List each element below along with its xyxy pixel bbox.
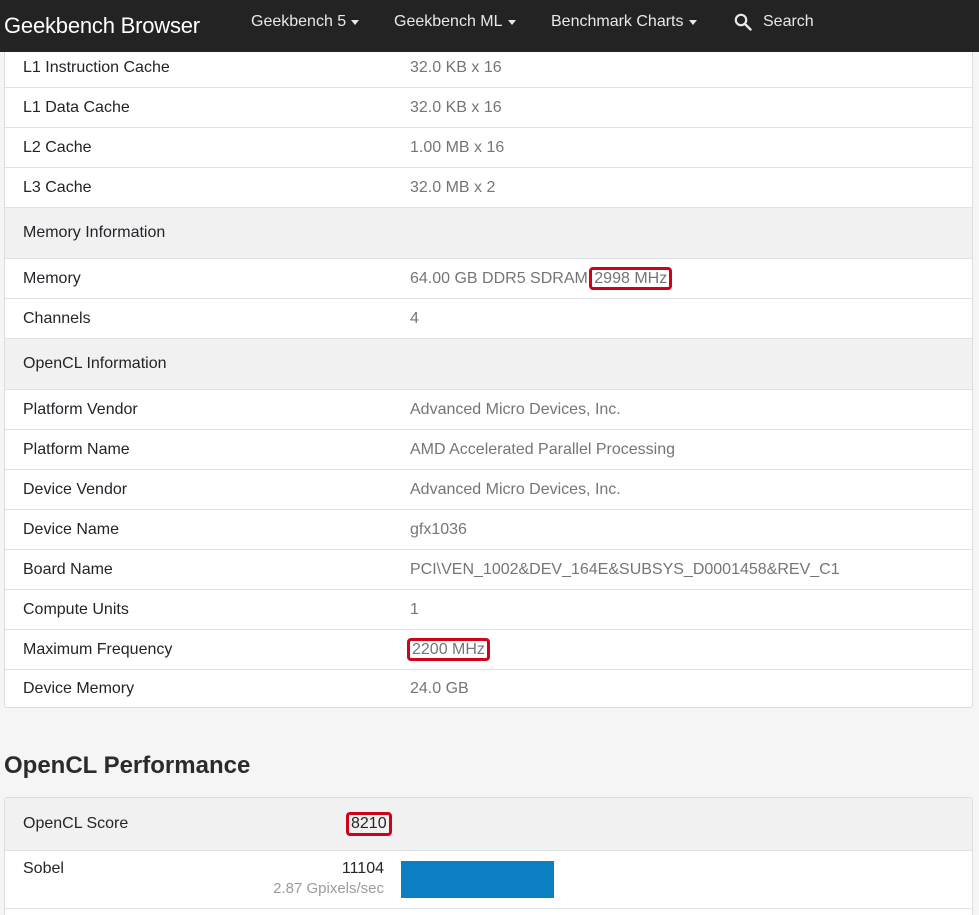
table-row: L2 Cache 1.00 MB x 16: [5, 128, 972, 168]
row-value: 32.0 KB x 16: [410, 58, 502, 76]
row-key: Platform Vendor: [23, 400, 138, 418]
row-value: 32.0 KB x 16: [410, 98, 502, 116]
table-row: Maximum Frequency 2200 MHz: [5, 630, 972, 670]
row-key: Platform Name: [23, 440, 130, 458]
table-row: Device Memory 24.0 GB: [5, 670, 972, 707]
row-value: 1.00 MB x 16: [410, 138, 505, 156]
row-key: L1 Data Cache: [23, 98, 130, 116]
caret-down-icon: [688, 19, 697, 25]
row-value: AMD Accelerated Parallel Processing: [410, 440, 676, 458]
table-row: L1 Instruction Cache 32.0 KB x 16: [5, 48, 972, 88]
table-row: L3 Cache 32.0 MB x 2: [5, 168, 972, 208]
row-value: 2200 MHz: [407, 637, 490, 661]
section-header: Memory Information: [5, 208, 972, 259]
table-row: Platform Vendor Advanced Micro Devices, …: [5, 390, 972, 430]
table-row: Platform Name AMD Accelerated Parallel P…: [5, 430, 972, 470]
nav-geekbench5[interactable]: Geekbench 5: [251, 0, 360, 44]
benchmark-score: 11104: [341, 860, 384, 877]
table-row: Device Vendor Advanced Micro Devices, In…: [5, 470, 972, 510]
section-title: Memory Information: [23, 224, 166, 241]
benchmark-name: Sobel: [23, 860, 64, 877]
benchmark-row: Sobel 11104 2.87 Gpixels/sec: [5, 851, 972, 909]
row-value: 1: [410, 600, 419, 618]
opencl-score-row: OpenCL Score 8210: [5, 798, 972, 851]
table-row: Memory 64.00 GB DDR5 SDRAM 2998 MHz: [5, 259, 972, 299]
table-row: Device Name gfx1036: [5, 510, 972, 550]
row-value: gfx1036: [410, 520, 467, 538]
row-value: 4: [410, 309, 419, 327]
highlighted-memory-frequency: 2998 MHz: [589, 266, 673, 290]
system-info-card: L1 Instruction Cache 32.0 KB x 16 L1 Dat…: [4, 48, 973, 708]
row-key: L1 Instruction Cache: [23, 58, 170, 76]
nav-geekbench-ml-label: Geekbench ML: [394, 13, 503, 30]
section-header: OpenCL Information: [5, 339, 972, 390]
row-key: Device Vendor: [23, 480, 128, 498]
table-row: L1 Data Cache 32.0 KB x 16: [5, 88, 972, 128]
nav-search[interactable]: Search: [734, 0, 814, 44]
table-row: Channels 4: [5, 299, 972, 339]
row-key: Board Name: [23, 560, 113, 578]
opencl-score-label: OpenCL Score: [23, 815, 129, 832]
row-value: 64.00 GB DDR5 SDRAM 2998 MHz: [410, 266, 673, 290]
row-key: Device Name: [23, 520, 120, 538]
memory-type: 64.00 GB DDR5 SDRAM: [410, 269, 593, 287]
nav-benchmark-charts-label: Benchmark Charts: [551, 13, 684, 30]
row-key: Device Memory: [23, 679, 135, 697]
row-key: Maximum Frequency: [23, 640, 173, 658]
caret-down-icon: [351, 19, 360, 25]
search-icon: [734, 13, 752, 31]
top-navbar: Geekbench Browser Geekbench 5 Geekbench …: [0, 0, 979, 52]
row-key: L3 Cache: [23, 178, 92, 196]
brand-logo[interactable]: Geekbench Browser: [0, 13, 200, 39]
section-heading-opencl-performance: OpenCL Performance: [4, 752, 251, 779]
row-value: 32.0 MB x 2: [410, 178, 496, 196]
highlighted-max-frequency: 2200 MHz: [407, 637, 490, 661]
opencl-performance-card: OpenCL Score 8210 Sobel 11104 2.87 Gpixe…: [4, 797, 973, 915]
row-key: Memory: [23, 269, 81, 287]
benchmark-score-bar: [401, 861, 554, 898]
table-row: Compute Units 1: [5, 590, 972, 630]
row-value: 24.0 GB: [410, 679, 469, 697]
nav-geekbench5-label: Geekbench 5: [251, 13, 347, 30]
row-key: Compute Units: [23, 600, 129, 618]
nav-search-label: Search: [763, 13, 814, 30]
row-value: Advanced Micro Devices, Inc.: [410, 400, 621, 418]
table-row: Board Name PCI\VEN_1002&DEV_164E&SUBSYS_…: [5, 550, 972, 590]
section-title: OpenCL Information: [23, 355, 167, 372]
row-value: Advanced Micro Devices, Inc.: [410, 480, 621, 498]
caret-down-icon: [507, 19, 516, 25]
row-key: Channels: [23, 309, 91, 327]
opencl-score-value: 8210: [346, 812, 392, 836]
nav-geekbench-ml[interactable]: Geekbench ML: [394, 0, 516, 44]
row-value: PCI\VEN_1002&DEV_164E&SUBSYS_D0001458&RE…: [410, 560, 840, 578]
benchmark-detail: 2.87 Gpixels/sec: [273, 880, 384, 897]
row-key: L2 Cache: [23, 138, 92, 156]
nav-benchmark-charts[interactable]: Benchmark Charts: [551, 0, 697, 44]
